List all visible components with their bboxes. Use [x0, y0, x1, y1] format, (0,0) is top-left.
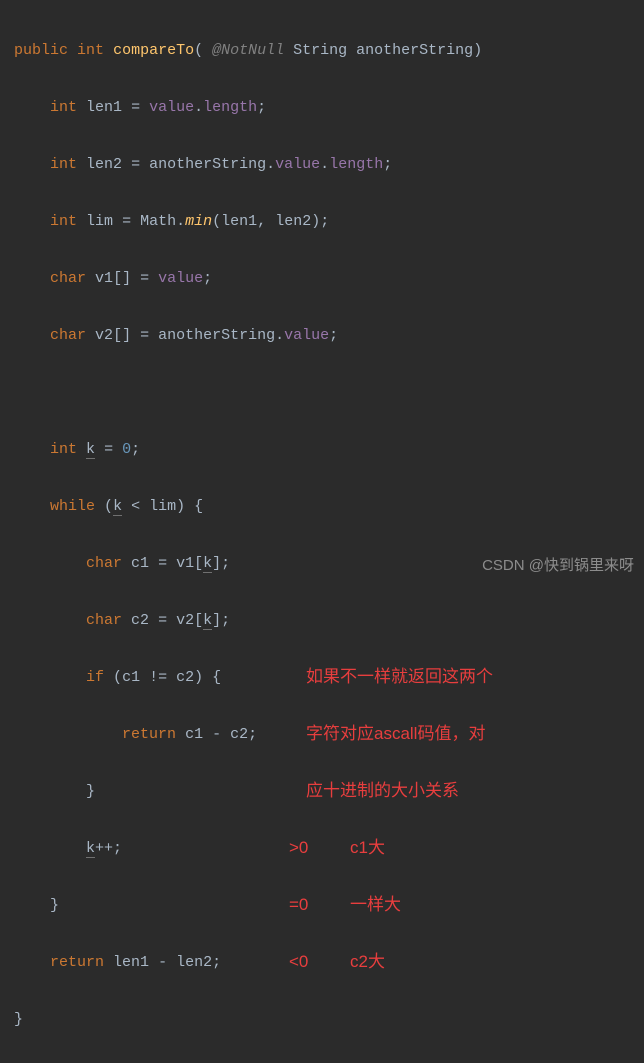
- annotation-note-2: 字符对应ascall码值，对: [306, 721, 485, 747]
- method-signature: public int compareTo( @NotNull String an…: [14, 37, 644, 66]
- annotation-c2: c2大: [350, 949, 385, 975]
- code-line: char v1[] = value;: [14, 265, 644, 294]
- param-name: anotherString: [356, 42, 473, 59]
- keyword-int: int: [77, 42, 104, 59]
- code-block: public int compareTo( @NotNull String an…: [0, 8, 644, 1063]
- annotation-note-1: 如果不一样就返回这两个: [306, 664, 493, 690]
- param-type: String: [293, 42, 347, 59]
- annotation-notnull: @NotNull: [212, 42, 284, 59]
- code-line: int k = 0;: [14, 436, 644, 465]
- method-name: compareTo: [113, 42, 194, 59]
- annotation-c1: c1大: [350, 835, 385, 861]
- annotation-gt: >0: [289, 835, 308, 861]
- code-line: int lim = Math.min(len1, len2);: [14, 208, 644, 237]
- code-line: while (k < lim) {: [14, 493, 644, 522]
- watermark: CSDN @快到锅里来呀: [482, 552, 634, 581]
- annotation-eq: =0: [289, 892, 308, 918]
- code-line: char c2 = v2[k];: [14, 607, 644, 636]
- keyword-public: public: [14, 42, 68, 59]
- code-line: }: [14, 1006, 644, 1035]
- annotation-note-3: 应十进制的大小关系: [306, 778, 459, 804]
- blank-line: [14, 379, 644, 408]
- code-line: if (c1 != c2) {如果不一样就返回这两个: [14, 664, 644, 693]
- code-line: k++;>0c1大: [14, 835, 644, 864]
- code-line: }=0一样大: [14, 892, 644, 921]
- code-line: return c1 - c2;字符对应ascall码值，对: [14, 721, 644, 750]
- code-line: return len1 - len2;<0c2大: [14, 949, 644, 978]
- annotation-lt: <0: [289, 949, 308, 975]
- code-line: int len2 = anotherString.value.length;: [14, 151, 644, 180]
- code-line: }应十进制的大小关系: [14, 778, 644, 807]
- annotation-same: 一样大: [350, 892, 401, 918]
- code-line: char v2[] = anotherString.value;: [14, 322, 644, 351]
- code-line: int len1 = value.length;: [14, 94, 644, 123]
